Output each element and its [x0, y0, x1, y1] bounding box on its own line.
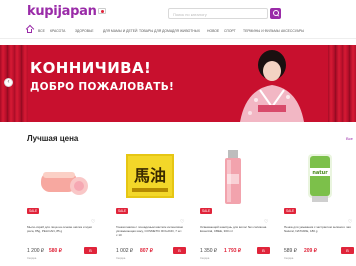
- nav-item-all[interactable]: Все: [38, 29, 45, 33]
- svg-text:natur: natur: [312, 170, 328, 176]
- nav-item-pets[interactable]: Для животных: [172, 29, 200, 33]
- add-to-cart-button[interactable]: В: [257, 247, 270, 254]
- curtain-left-2: [14, 45, 28, 122]
- add-to-cart-button[interactable]: В: [341, 247, 354, 254]
- product-description[interactable]: Освежающий шампунь для волос без силикон…: [200, 225, 268, 234]
- nav-item-beauty[interactable]: Красота: [50, 29, 65, 33]
- product-image: [41, 172, 88, 195]
- add-to-cart-button[interactable]: В: [84, 247, 97, 254]
- banner-subtitle: ДОБРО ПОЖАЛОВАТЬ!: [30, 81, 175, 93]
- price-new: 580 ₽: [49, 248, 62, 254]
- nav-item-accessories[interactable]: Аксессуары: [281, 29, 304, 33]
- price-row: 1 350 ₽ 1 793 ₽ В: [200, 246, 272, 256]
- logo-text: kupijapan: [27, 4, 97, 19]
- product-description[interactable]: Мыло-скраб для лица на основе шёлка и му…: [27, 225, 95, 234]
- header: kupijapan Поиск по каталогу: [0, 0, 356, 24]
- category-nav: Все Красота Здоровье Для мамы и детей То…: [0, 26, 356, 36]
- banner-title: КОННИЧИВА!: [30, 59, 152, 77]
- add-to-cart-button[interactable]: В: [173, 247, 186, 254]
- price-note: Скидка: [284, 256, 294, 260]
- price-row: 589 ₽ 209 ₽ В: [284, 246, 356, 256]
- price-old: 1 200 ₽: [27, 248, 45, 254]
- price-row: 1 200 ₽ 580 ₽ В: [27, 246, 99, 256]
- nav-item-health[interactable]: Здоровье: [75, 29, 94, 33]
- divider: [0, 38, 356, 39]
- banner-text: КОННИЧИВА! ДОБРО ПОЖАЛОВАТЬ!: [30, 59, 174, 93]
- nav-item-new[interactable]: Новое: [207, 29, 219, 33]
- search-input[interactable]: Поиск по каталогу: [168, 8, 268, 19]
- logo[interactable]: kupijapan: [27, 4, 106, 19]
- product-image: 馬油: [126, 154, 174, 198]
- product-image: [225, 150, 241, 204]
- nav-item-films[interactable]: Термины и фильмы: [243, 29, 280, 33]
- product-card[interactable]: natur SALE ♡ Пенка для умывания с экстра…: [284, 148, 356, 260]
- product-card[interactable]: SALE ♡ Освежающий шампунь для волос без …: [200, 148, 272, 260]
- carousel-prev-icon[interactable]: ‹: [4, 78, 13, 87]
- product-card[interactable]: 馬油 SALE ♡ Тонкая маска с лошадиным масло…: [116, 148, 188, 260]
- price-note: Скидка: [116, 256, 126, 260]
- curtain-right: [328, 45, 342, 122]
- sale-badge: SALE: [200, 208, 213, 214]
- sale-badge: SALE: [284, 208, 297, 214]
- product-card[interactable]: SALE ♡ Мыло-скраб для лица на основе шёл…: [27, 148, 99, 260]
- price-new: 1 793 ₽: [224, 248, 242, 254]
- price-new: 807 ₽: [140, 248, 153, 254]
- sale-badge: SALE: [116, 208, 129, 214]
- nav-item-sport[interactable]: Спорт: [224, 29, 236, 33]
- curtain-right-2: [342, 45, 356, 122]
- home-icon[interactable]: [27, 29, 32, 33]
- section-more-link[interactable]: Все: [346, 136, 353, 141]
- price-old: 589 ₽: [284, 248, 297, 254]
- price-note: Скидка: [200, 256, 210, 260]
- hero-banner[interactable]: КОННИЧИВА! ДОБРО ПОЖАЛОВАТЬ!: [0, 45, 356, 122]
- sale-badge: SALE: [27, 208, 40, 214]
- price-old: 1 002 ₽: [116, 248, 134, 254]
- kimono-woman-image: [240, 50, 304, 122]
- product-description[interactable]: Тонкая маска с лошадиным маслом интенсив…: [116, 225, 184, 237]
- price-old: 1 350 ₽: [200, 248, 218, 254]
- nav-item-home-goods[interactable]: Товары для дома: [139, 29, 172, 33]
- product-description[interactable]: Пенка для умывания с экстрактом зелёного…: [284, 225, 352, 234]
- nav-item-mom-kids[interactable]: Для мамы и детей: [103, 29, 137, 33]
- search-icon[interactable]: [270, 8, 281, 19]
- japan-flag-icon: [97, 8, 106, 14]
- price-note: Скидка: [27, 256, 37, 260]
- svg-text:馬油: 馬油: [134, 166, 166, 185]
- product-image: natur: [308, 154, 332, 202]
- section-title: Лучшая цена: [27, 134, 79, 143]
- price-row: 1 002 ₽ 807 ₽ В: [116, 246, 188, 256]
- price-new: 209 ₽: [304, 248, 317, 254]
